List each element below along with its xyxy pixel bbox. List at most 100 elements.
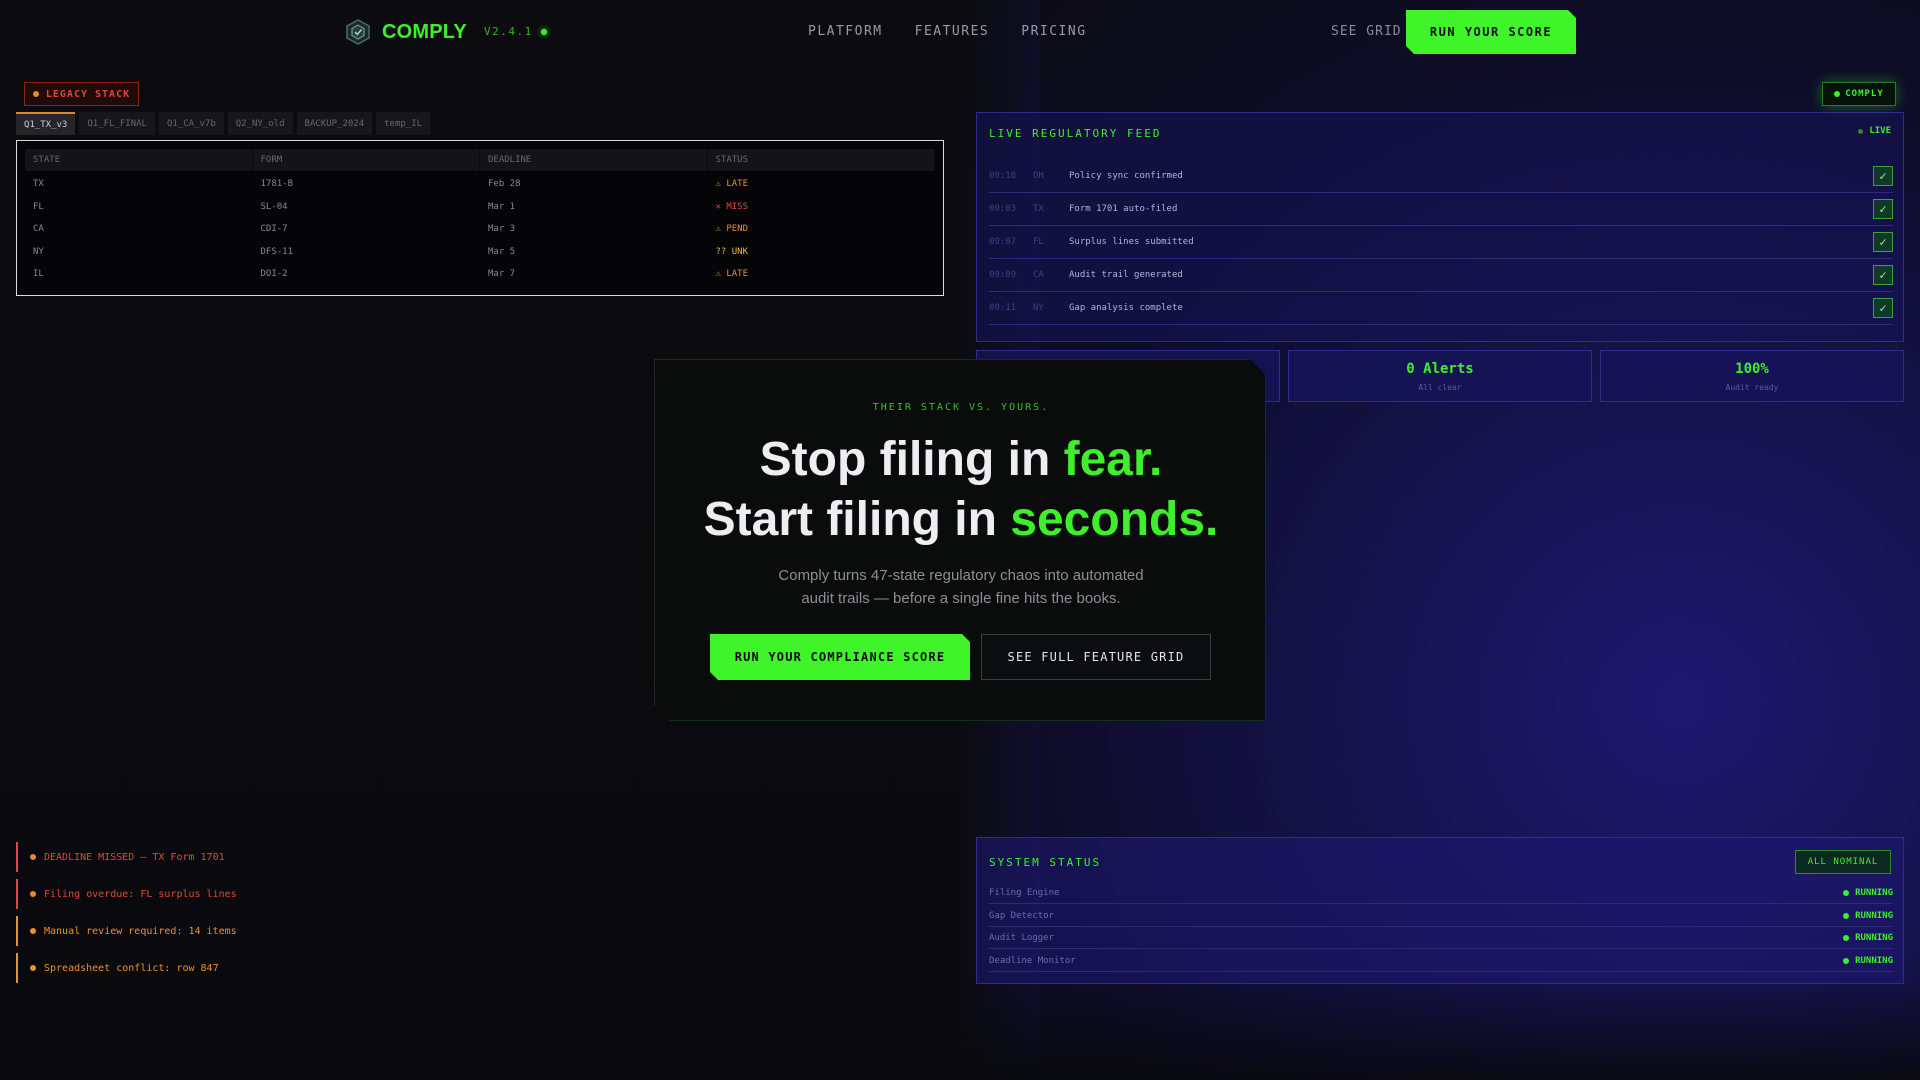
- system-state: RUNNING: [1843, 956, 1893, 966]
- feed-live-label: LIVE: [1869, 126, 1891, 136]
- feed-state-code: CA: [1033, 270, 1044, 280]
- headline-accent: fear.: [1063, 433, 1163, 486]
- system-row: Filing Engine RUNNING: [989, 882, 1893, 904]
- alert-text: Filing overdue: FL surplus lines: [44, 888, 237, 900]
- system-row: Gap Detector RUNNING: [989, 905, 1893, 927]
- stat-value: 100%: [1735, 360, 1769, 377]
- sheet-tab-backup[interactable]: BACKUP_2024: [296, 112, 373, 135]
- logo[interactable]: COMPLY: [344, 18, 467, 46]
- alert-text: DEADLINE MISSED — TX Form 1701: [44, 851, 225, 863]
- feed-item: 09:07 FL Surplus lines submitted ✓: [989, 226, 1893, 259]
- system-name: Audit Logger: [989, 932, 1055, 943]
- column-header-state: STATE: [25, 149, 253, 171]
- cell-state: NY: [33, 247, 44, 257]
- stat-card-audit: 100% Audit ready: [1600, 350, 1904, 402]
- see-feature-grid-button[interactable]: SEE FULL FEATURE GRID: [981, 634, 1211, 680]
- sheet-tab-q1-ca[interactable]: Q1_CA_v7b: [158, 112, 224, 135]
- legacy-stack-badge: LEGACY STACK: [24, 82, 139, 106]
- running-dot-icon: [1843, 889, 1850, 896]
- feed-state-code: OH: [1033, 171, 1044, 181]
- checkmark-icon: ✓: [1873, 199, 1893, 219]
- alert-spreadsheet-conflict: Spreadsheet conflict: row 847: [16, 953, 219, 983]
- cell-status: ⚠ LATE: [715, 269, 749, 279]
- live-dot-icon: [1834, 91, 1841, 97]
- hero-headline-line-1: Stop filing in fear.: [655, 432, 1267, 487]
- see-grid-link[interactable]: SEE GRID: [1331, 24, 1402, 39]
- column-header-status: STATUS: [708, 149, 935, 171]
- sheet-tab-q1-fl[interactable]: Q1_FL_FINAL: [79, 112, 155, 135]
- cell-deadline: Mar 7: [488, 269, 516, 279]
- cell-form: CDI-7: [260, 224, 288, 234]
- cell-state: IL: [33, 269, 44, 279]
- cell-deadline: Mar 3: [488, 224, 516, 234]
- run-compliance-score-button[interactable]: RUN YOUR COMPLIANCE SCORE: [710, 634, 970, 680]
- feed-time: 09:07: [989, 237, 1017, 247]
- feed-item: 09:03 TX Form 1701 auto-filed ✓: [989, 193, 1893, 226]
- feed-state-code: FL: [1033, 237, 1044, 247]
- feed-time: 09:03: [989, 204, 1017, 214]
- top-nav: COMPLY V2.4.1 PLATFORM FEATURES PRICING …: [0, 0, 1920, 64]
- checkmark-icon: ✓: [1873, 232, 1893, 252]
- cell-state: FL: [33, 202, 44, 212]
- feed-time: 09:18: [989, 171, 1017, 181]
- feed-time: 09:09: [989, 270, 1017, 280]
- sheet-tab-q1-tx[interactable]: Q1_TX_v3: [16, 112, 76, 135]
- feed-message: Policy sync confirmed: [1069, 171, 1183, 181]
- cell-state: CA: [33, 224, 44, 234]
- warning-dot-icon: [32, 91, 39, 97]
- checkmark-icon: ✓: [1873, 298, 1893, 318]
- feed-time: 09:11: [989, 303, 1017, 313]
- stat-label: All clear: [1418, 382, 1462, 392]
- feed-message: Form 1701 auto-filed: [1069, 204, 1178, 214]
- cell-form: 1781-B: [260, 179, 294, 189]
- table-row: IL DOI-2 Mar 7 ⚠ LATE: [25, 263, 935, 285]
- regulatory-feed-panel: LIVE REGULATORY FEED LIVE 09:18 OH Polic…: [976, 112, 1904, 342]
- alert-manual-review: Manual review required: 14 items: [16, 916, 237, 946]
- system-name: Deadline Monitor: [989, 955, 1076, 966]
- cell-deadline: Mar 1: [488, 202, 516, 212]
- system-state: RUNNING: [1843, 911, 1893, 921]
- table-row: NY DFS-11 Mar 5 ?? UNK: [25, 241, 935, 263]
- nav-link-pricing[interactable]: PRICING: [1021, 24, 1086, 39]
- running-dot-icon: [1843, 957, 1850, 964]
- spreadsheet-tabs: Q1_TX_v3 Q1_FL_FINAL Q1_CA_v7b Q2_NY_old…: [16, 112, 431, 135]
- sheet-tab-q2-ny[interactable]: Q2_NY_old: [227, 112, 293, 135]
- cell-status: ✕ MISS: [715, 202, 749, 212]
- system-status-panel: SYSTEM STATUS ALL NOMINAL Filing Engine …: [976, 837, 1904, 984]
- system-name: Filing Engine: [989, 887, 1060, 898]
- cell-status: ?? UNK: [715, 247, 749, 257]
- shield-logo-icon: [346, 19, 370, 45]
- system-row: Audit Logger RUNNING: [989, 927, 1893, 949]
- feed-title: LIVE REGULATORY FEED: [989, 127, 1162, 140]
- running-dot-icon: [1843, 934, 1850, 941]
- table-row: CA CDI-7 Mar 3 ⚠ PEND: [25, 218, 935, 240]
- sheet-tab-temp-il[interactable]: temp_IL: [376, 112, 431, 135]
- all-nominal-badge: ALL NOMINAL: [1795, 850, 1891, 874]
- system-status-title: SYSTEM STATUS: [989, 856, 1102, 869]
- table-row: FL SL-04 Mar 1 ✕ MISS: [25, 196, 935, 218]
- system-state-label: RUNNING: [1855, 932, 1893, 943]
- alert-filing-overdue: Filing overdue: FL surplus lines: [16, 879, 237, 909]
- version-text: V2.4.1: [484, 25, 533, 38]
- system-state-label: RUNNING: [1855, 910, 1893, 921]
- legacy-badge-label: LEGACY STACK: [45, 88, 131, 100]
- nav-link-platform[interactable]: PLATFORM: [808, 24, 883, 39]
- run-your-score-button[interactable]: RUN YOUR SCORE: [1406, 10, 1576, 54]
- cell-form: SL-04: [260, 202, 288, 212]
- nav-link-features[interactable]: FEATURES: [915, 24, 990, 39]
- table-row: TX 1781-B Feb 28 ⚠ LATE: [25, 173, 935, 195]
- headline-accent: seconds.: [1010, 493, 1219, 546]
- alert-dot-icon: [30, 965, 36, 971]
- headline-text: Stop filing in: [759, 433, 1064, 486]
- system-state-label: RUNNING: [1855, 887, 1893, 898]
- system-state: RUNNING: [1843, 888, 1893, 898]
- feed-state-code: TX: [1033, 204, 1044, 214]
- running-dot-icon: [1843, 912, 1850, 919]
- alert-text: Manual review required: 14 items: [44, 925, 237, 937]
- column-header-form: FORM: [253, 149, 480, 171]
- cell-deadline: Mar 5: [488, 247, 516, 257]
- cell-deadline: Feb 28: [488, 179, 521, 189]
- stat-value: 0 Alerts: [1406, 360, 1474, 377]
- stat-label: Audit ready: [1725, 382, 1779, 392]
- cell-state: TX: [33, 179, 44, 189]
